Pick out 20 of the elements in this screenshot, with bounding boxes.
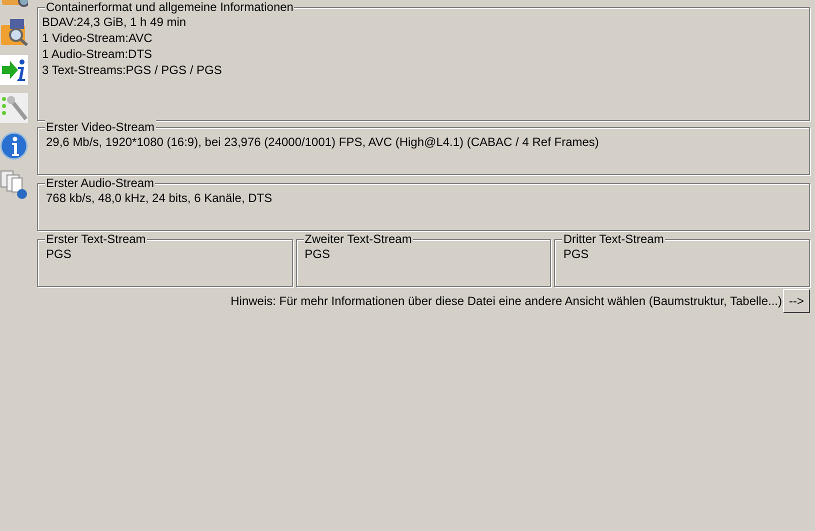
group-title: Erster Video-Stream <box>45 120 156 134</box>
info-text: 1 Video-Stream:AVC <box>42 30 154 46</box>
info-text: 768 kb/s, 48,0 kHz, 24 bits, 6 Kanäle, DTS <box>46 190 274 206</box>
folder-magnifier-icon[interactable] <box>0 17 28 47</box>
group-title: Zweiter Text-Stream <box>304 232 413 246</box>
next-button[interactable]: --> <box>783 289 810 313</box>
group-title: Erster Audio-Stream <box>45 176 156 190</box>
info-text: PGS <box>563 246 590 262</box>
group-title: Dritter Text-Stream <box>562 232 665 246</box>
group-title: Erster Text-Stream <box>45 232 147 246</box>
documents-globe-icon[interactable] <box>0 169 28 199</box>
info-text: 3 Text-Streams:PGS / PGS / PGS <box>42 62 223 78</box>
info-text: BDAV:24,3 GiB, 1 h 49 min <box>42 14 188 30</box>
info-text: 29,6 Mb/s, 1920*1080 (16:9), bei 23,976 (24000/1001) FPS, AVC (High@L4.1) (CABAC / 4 Ref Frames) <box>46 134 600 150</box>
info-text: PGS <box>304 246 332 262</box>
hint-text: Hinweis: Für mehr Informationen über diese Datei eine andere Ansicht wählen (Baumstruktur, Tabelle...) <box>230 294 782 308</box>
group-title: Containerformat und allgemeine Informationen <box>45 0 294 14</box>
info-text: 1 Audio-Stream:DTS <box>42 46 154 62</box>
info-icon[interactable] <box>0 131 28 161</box>
info-text: PGS <box>46 246 72 262</box>
